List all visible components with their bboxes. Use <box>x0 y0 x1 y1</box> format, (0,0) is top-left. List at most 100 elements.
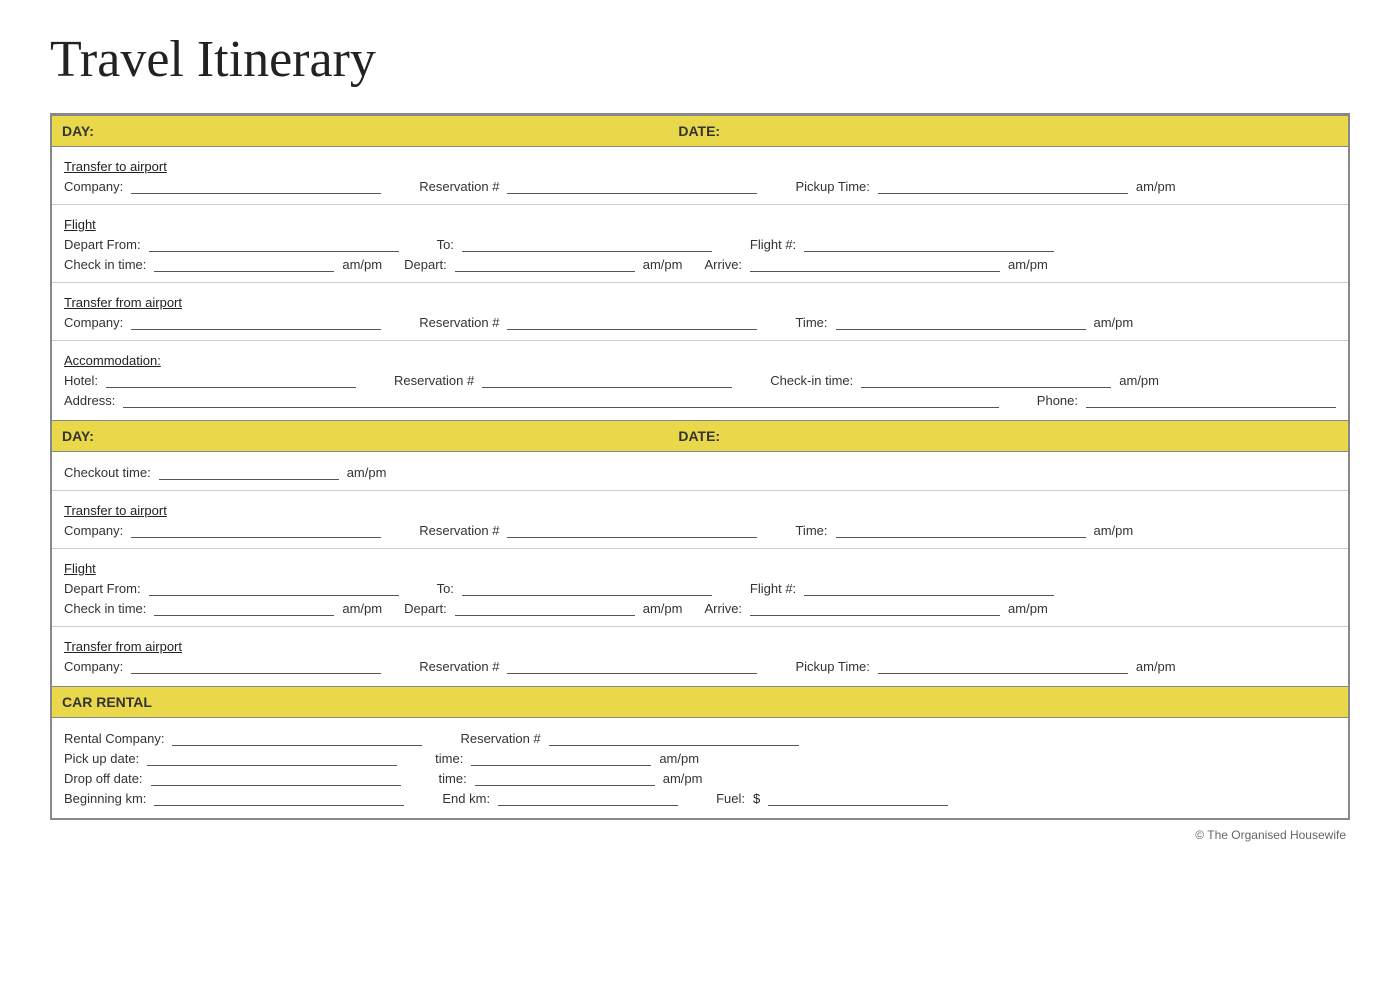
pickup-field-2[interactable] <box>878 658 1128 674</box>
transfer-airport-1-title: Transfer to airport <box>64 159 167 174</box>
ampm-checkin-1: am/pm <box>342 257 382 272</box>
company-field-1[interactable] <box>131 178 381 194</box>
transfer-from-airport-2-section: Transfer from airport Company: Reservati… <box>52 627 1348 684</box>
arrive-label-2: Arrive: <box>704 601 742 616</box>
checkout-section: Checkout time: am/pm <box>52 452 1348 491</box>
ampm-arrive-1: am/pm <box>1008 257 1048 272</box>
page-title: Travel Itinerary <box>50 30 1350 89</box>
to-field-1[interactable] <box>462 236 712 252</box>
day1-header: DAY: DATE: <box>52 115 1348 147</box>
address-field[interactable] <box>123 392 998 408</box>
pickup-date-field[interactable] <box>147 750 397 766</box>
ampm-dropoff-car: am/pm <box>663 771 703 786</box>
fuel-field[interactable] <box>768 790 948 806</box>
flight-2-title: Flight <box>64 561 96 576</box>
reservation-label-5: Reservation # <box>419 659 499 674</box>
flight-1-title: Flight <box>64 217 96 232</box>
end-km-label: End km: <box>442 791 490 806</box>
checkin-time-label: Check-in time: <box>770 373 853 388</box>
depart-from-label-2: Depart From: <box>64 581 141 596</box>
main-table: DAY: DATE: Transfer to airport Company: … <box>50 113 1350 820</box>
company-label-3: Company: <box>64 523 123 538</box>
beginning-km-field[interactable] <box>154 790 404 806</box>
checkout-field[interactable] <box>159 464 339 480</box>
pickup-field-1[interactable] <box>878 178 1128 194</box>
time-field-1[interactable] <box>836 314 1086 330</box>
checkin-label-1: Check in time: <box>64 257 146 272</box>
arrive-field-1[interactable] <box>750 256 1000 272</box>
depart-field-1[interactable] <box>455 256 635 272</box>
checkin-label-2: Check in time: <box>64 601 146 616</box>
flight-hash-field-2[interactable] <box>804 580 1054 596</box>
ampm-pickup-2: am/pm <box>1136 659 1176 674</box>
company-field-3[interactable] <box>131 522 381 538</box>
reservation-field-2[interactable] <box>507 314 757 330</box>
reservation-field-5[interactable] <box>507 658 757 674</box>
checkin-field-2[interactable] <box>154 600 334 616</box>
depart-from-field-1[interactable] <box>149 236 399 252</box>
ampm-time-1: am/pm <box>1094 315 1134 330</box>
footer: © The Organised Housewife <box>50 828 1350 842</box>
flight-1-section: Flight Depart From: To: Flight #: Check … <box>52 205 1348 283</box>
phone-label: Phone: <box>1037 393 1078 408</box>
rental-company-field[interactable] <box>172 730 422 746</box>
car-rental-section: Rental Company: Reservation # Pick up da… <box>52 718 1348 818</box>
time-field-2[interactable] <box>836 522 1086 538</box>
checkin-field-1[interactable] <box>154 256 334 272</box>
hotel-label: Hotel: <box>64 373 98 388</box>
flight-hash-label-1: Flight #: <box>750 237 796 252</box>
dropoff-date-field[interactable] <box>151 770 401 786</box>
to-label-2: To: <box>437 581 454 596</box>
ampm-checkout: am/pm <box>347 465 387 480</box>
ampm-depart-1: am/pm <box>643 257 683 272</box>
to-label-1: To: <box>437 237 454 252</box>
ampm-1: am/pm <box>1136 179 1176 194</box>
time-label-1: Time: <box>795 315 827 330</box>
pickup-label-2: Pickup Time: <box>795 659 869 674</box>
pickup-date-label: Pick up date: <box>64 751 139 766</box>
reservation-label-6: Reservation # <box>460 731 540 746</box>
hotel-field[interactable] <box>106 372 356 388</box>
ampm-checkin-2: am/pm <box>342 601 382 616</box>
day2-header: DAY: DATE: <box>52 420 1348 452</box>
company-field-4[interactable] <box>131 658 381 674</box>
checkin-time-field[interactable] <box>861 372 1111 388</box>
end-km-field[interactable] <box>498 790 678 806</box>
ampm-depart-2: am/pm <box>643 601 683 616</box>
reservation-field-1[interactable] <box>507 178 757 194</box>
reservation-field-3[interactable] <box>482 372 732 388</box>
to-field-2[interactable] <box>462 580 712 596</box>
reservation-label-3: Reservation # <box>394 373 474 388</box>
flight-hash-field-1[interactable] <box>804 236 1054 252</box>
pickup-time-label: time: <box>435 751 463 766</box>
transfer-from-airport-1-section: Transfer from airport Company: Reservati… <box>52 283 1348 341</box>
dollar-sign: $ <box>753 791 760 806</box>
time-label-2: Time: <box>795 523 827 538</box>
company-label-1: Company: <box>64 179 123 194</box>
accommodation-title: Accommodation: <box>64 353 161 368</box>
company-label-2: Company: <box>64 315 123 330</box>
transfer-airport-1-section: Transfer to airport Company: Reservation… <box>52 147 1348 205</box>
rental-company-label: Rental Company: <box>64 731 164 746</box>
car-rental-header: CAR RENTAL <box>52 686 1348 718</box>
depart-field-2[interactable] <box>455 600 635 616</box>
depart-from-field-2[interactable] <box>149 580 399 596</box>
depart-label-1: Depart: <box>404 257 447 272</box>
ampm-checkin-acc: am/pm <box>1119 373 1159 388</box>
transfer-from-2-title: Transfer from airport <box>64 639 182 654</box>
company-field-2[interactable] <box>131 314 381 330</box>
dropoff-time-field[interactable] <box>475 770 655 786</box>
transfer-airport-2-title: Transfer to airport <box>64 503 167 518</box>
arrive-field-2[interactable] <box>750 600 1000 616</box>
ampm-arrive-2: am/pm <box>1008 601 1048 616</box>
phone-field[interactable] <box>1086 392 1336 408</box>
pickup-time-field[interactable] <box>471 750 651 766</box>
checkout-label: Checkout time: <box>64 465 151 480</box>
reservation-field-4[interactable] <box>507 522 757 538</box>
dropoff-date-label: Drop off date: <box>64 771 143 786</box>
depart-from-label-1: Depart From: <box>64 237 141 252</box>
flight-hash-label-2: Flight #: <box>750 581 796 596</box>
arrive-label-1: Arrive: <box>704 257 742 272</box>
reservation-field-6[interactable] <box>549 730 799 746</box>
reservation-label-2: Reservation # <box>419 315 499 330</box>
